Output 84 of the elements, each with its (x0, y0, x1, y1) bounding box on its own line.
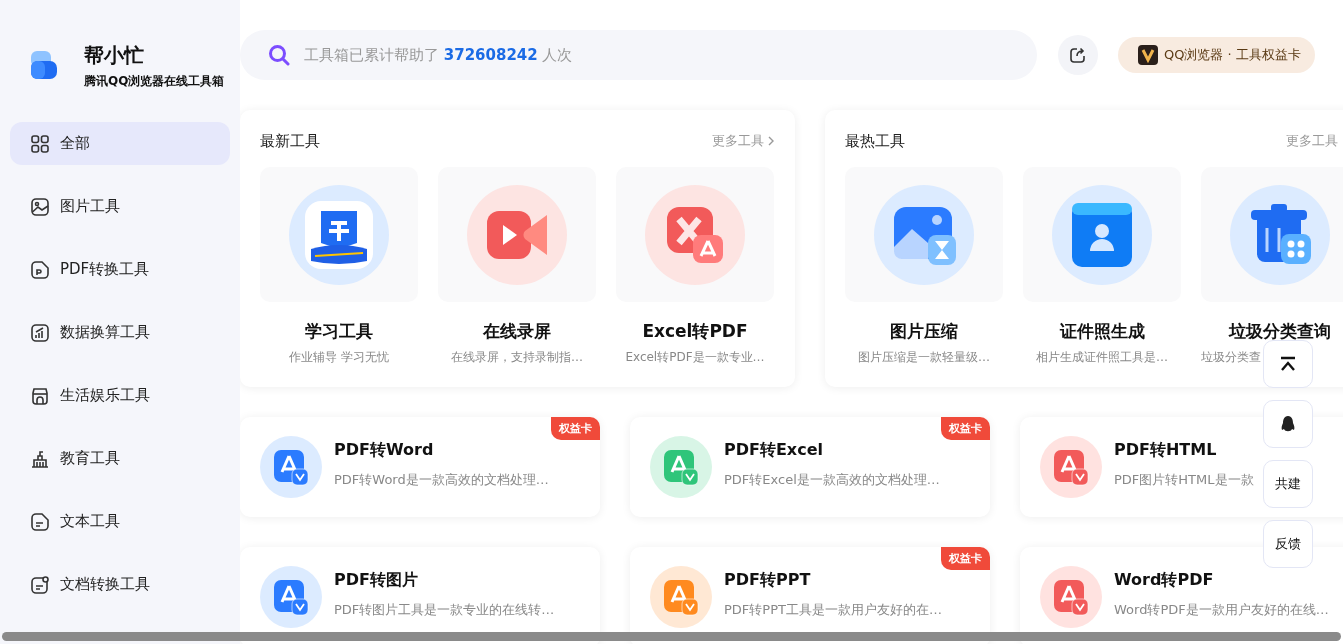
penguin-icon (1281, 415, 1295, 433)
premium-badge: 权益卡 (941, 417, 990, 440)
document-convert-icon (1040, 566, 1102, 628)
penguin-button[interactable] (1263, 400, 1313, 448)
tool-name: 学习工具 (305, 320, 373, 343)
tool-description: 在线录屏，支持录制指… (451, 349, 583, 366)
tool-name: PDF转图片 (334, 569, 419, 591)
tool-card[interactable]: PDF转图片 PDF转图片工具是一款专业的在线转… (240, 547, 600, 644)
back-to-top-icon (1279, 356, 1297, 372)
premium-badge: 权益卡 (551, 417, 600, 440)
tool-tile[interactable] (616, 167, 774, 302)
tool-name: Word转PDF (1114, 569, 1215, 591)
sidebar-item[interactable]: 全部 (10, 122, 230, 165)
sidebar-item[interactable]: 文本工具 (10, 500, 230, 543)
document-icon (30, 574, 50, 595)
tool-card[interactable]: PDF转Word PDF转Word是一款高效的文档处理… 权益卡 (240, 417, 600, 517)
tool-description: 作业辅导 学习无忧 (289, 349, 389, 366)
tool-tile[interactable] (1023, 167, 1181, 302)
tool-description: Excel转PDF是一款专业… (625, 349, 765, 366)
tool-description: PDF转图片工具是一款专业的在线转… (334, 600, 555, 619)
document-convert-icon (260, 436, 322, 498)
document-convert-icon (650, 436, 712, 498)
tool-tile[interactable] (1201, 167, 1343, 302)
logo-icon (1138, 45, 1158, 65)
logo-icon (30, 51, 58, 81)
share-button[interactable] (1058, 35, 1098, 75)
tool-name: PDF转HTML (1114, 439, 1218, 461)
brand-name: 帮小忙 (84, 42, 145, 69)
grid-icon (30, 133, 50, 154)
sidebar-item[interactable]: 图片工具 (10, 185, 230, 228)
tool-name: 证件照生成 (1059, 320, 1145, 343)
search-hint: 工具箱已累计帮助了 372608242 人次 (304, 45, 573, 65)
tool-card[interactable]: PDF转Excel PDF转Excel是一款高效的文档处理… 权益卡 (630, 417, 990, 517)
tool-name: PDF转PPT (724, 569, 812, 591)
chevron-right-icon (767, 135, 775, 147)
search-icon (268, 44, 290, 66)
sidebar-item[interactable]: 教育工具 (10, 437, 230, 480)
tool-description: PDF转Excel是一款高效的文档处理… (724, 470, 940, 489)
tool-description: 图片压缩是一款轻量级… (858, 349, 990, 366)
tool-name: Excel转PDF (642, 320, 748, 343)
back-to-top-button[interactable] (1263, 340, 1313, 388)
scrollbar[interactable] (2, 632, 1341, 641)
chart-icon (30, 322, 50, 343)
premium-badge: 权益卡 (941, 547, 990, 570)
float-button[interactable]: 反馈 (1263, 520, 1313, 568)
sidebar-item[interactable]: 文档转换工具 (10, 563, 230, 606)
section-title: 最新工具 (260, 131, 320, 151)
search-bar[interactable]: 工具箱已累计帮助了 372608242 人次 (240, 30, 1037, 80)
tool-description: PDF图片转HTML是一款 (1114, 470, 1254, 489)
membership-button[interactable]: QQ浏览器 · 工具权益卡 (1118, 37, 1315, 73)
tool-description: 相片生成证件照工具是… (1036, 349, 1168, 366)
float-button[interactable]: 共建 (1263, 460, 1313, 508)
building-icon (30, 448, 50, 469)
brand-subtitle: 腾讯QQ浏览器在线工具箱 (84, 73, 225, 90)
sidebar-item[interactable]: PDF转换工具 (10, 248, 230, 291)
tool-name: PDF转Excel (724, 439, 824, 461)
section-title: 最热工具 (845, 131, 905, 151)
image-icon (892, 204, 956, 265)
document-convert-icon (1040, 436, 1102, 498)
tool-description: PDF转PPT工具是一款用户友好的在… (724, 600, 942, 619)
tool-card[interactable]: PDF转PPT PDF转PPT工具是一款用户友好的在… 权益卡 (630, 547, 990, 644)
tool-tile[interactable] (845, 167, 1003, 302)
book-app-icon (305, 200, 373, 269)
document-icon (30, 511, 50, 532)
id-card-icon (1070, 200, 1134, 269)
tool-name: 在线录屏 (483, 320, 551, 343)
tool-tile[interactable] (260, 167, 418, 302)
tool-description: Word转PDF是一款用户友好的在线… (1114, 600, 1329, 619)
tool-name: 垃圾分类查询 (1229, 320, 1331, 343)
document-icon (30, 259, 50, 280)
spreadsheet-pdf-icon (665, 204, 725, 265)
document-convert-icon (260, 566, 322, 628)
sidebar-item[interactable]: 数据换算工具 (10, 311, 230, 354)
tool-description: PDF转Word是一款高效的文档处理… (334, 470, 549, 489)
video-camera-icon (485, 208, 549, 261)
tool-name: PDF转Word (334, 439, 435, 461)
tool-description: 垃圾分类查 (1201, 349, 1261, 366)
shop-icon (30, 385, 50, 406)
image-icon (30, 196, 50, 217)
tool-name: 图片压缩 (890, 320, 958, 343)
sidebar-item[interactable]: 生活娱乐工具 (10, 374, 230, 417)
share-icon (1069, 46, 1087, 64)
document-convert-icon (650, 566, 712, 628)
tool-tile[interactable] (438, 167, 596, 302)
